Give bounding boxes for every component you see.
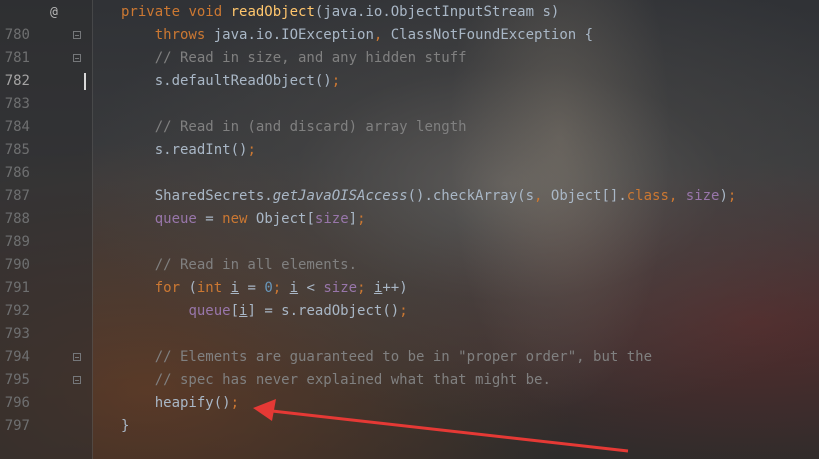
- arrow-head: [253, 399, 276, 421]
- arrow-shaft: [271, 409, 629, 453]
- annotation-arrow: [253, 399, 629, 453]
